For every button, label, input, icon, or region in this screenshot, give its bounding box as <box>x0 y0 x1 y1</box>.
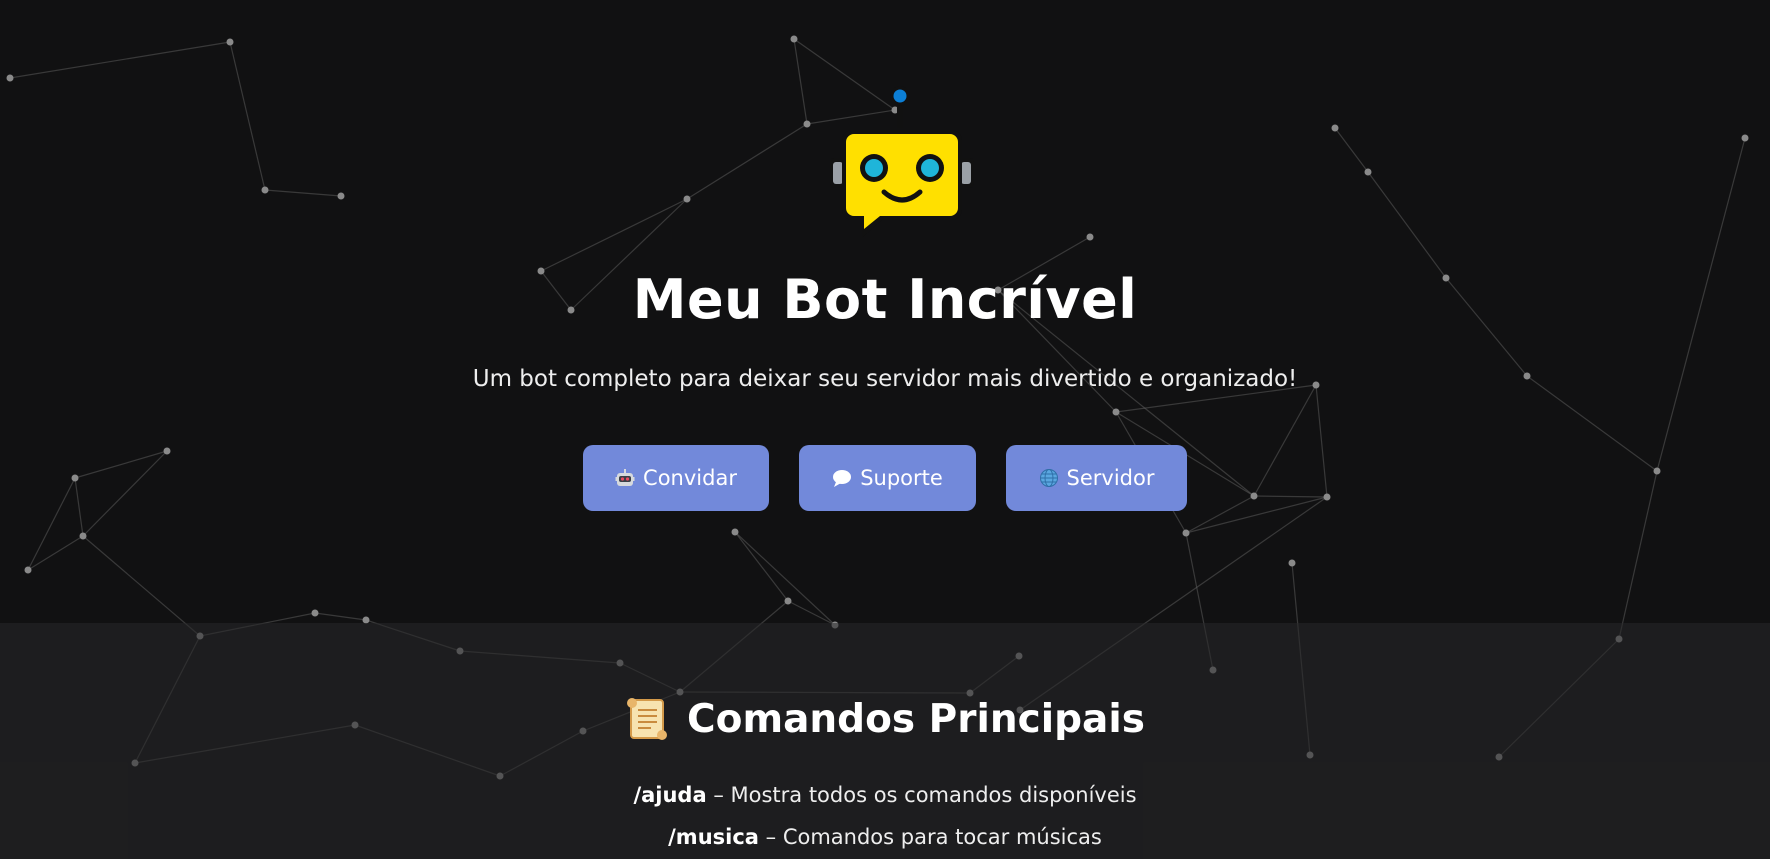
command-name: /musica <box>668 825 759 849</box>
commands-list: /ajuda – Mostra todos os comandos dispon… <box>0 774 1770 858</box>
page-title: Meu Bot Incrível <box>632 268 1138 331</box>
list-item: /musica – Comandos para tocar músicas <box>0 816 1770 858</box>
invite-button[interactable]: Convidar <box>583 445 769 511</box>
scroll-icon <box>627 698 668 740</box>
page: Meu Bot Incrível Um bot completo para de… <box>0 0 1770 859</box>
action-buttons: Convidar Suporte Servidor <box>0 445 1770 511</box>
robot-chat-icon <box>830 86 974 238</box>
commands-title: Comandos Principais <box>687 696 1145 742</box>
server-button-label: Servidor <box>1066 466 1155 490</box>
command-description: Mostra todos os comandos disponíveis <box>730 783 1137 807</box>
support-button-label: Suporte <box>860 466 943 490</box>
command-description: Comandos para tocar músicas <box>782 825 1102 849</box>
page-subtitle: Um bot completo para deixar seu servidor… <box>472 366 1298 392</box>
command-separator: – <box>706 783 731 807</box>
command-separator: – <box>758 825 783 849</box>
speech-bubble-icon <box>833 470 852 487</box>
commands-heading: Comandos Principais <box>0 696 1770 742</box>
globe-icon <box>1039 469 1058 487</box>
hero-section: Meu Bot Incrível Um bot completo para de… <box>0 0 1770 623</box>
list-item: /ajuda – Mostra todos os comandos dispon… <box>0 774 1770 816</box>
robot-face-icon <box>615 469 635 486</box>
command-name: /ajuda <box>633 783 707 807</box>
invite-button-label: Convidar <box>643 466 737 490</box>
server-button[interactable]: Servidor <box>1006 445 1187 511</box>
support-button[interactable]: Suporte <box>799 445 976 511</box>
